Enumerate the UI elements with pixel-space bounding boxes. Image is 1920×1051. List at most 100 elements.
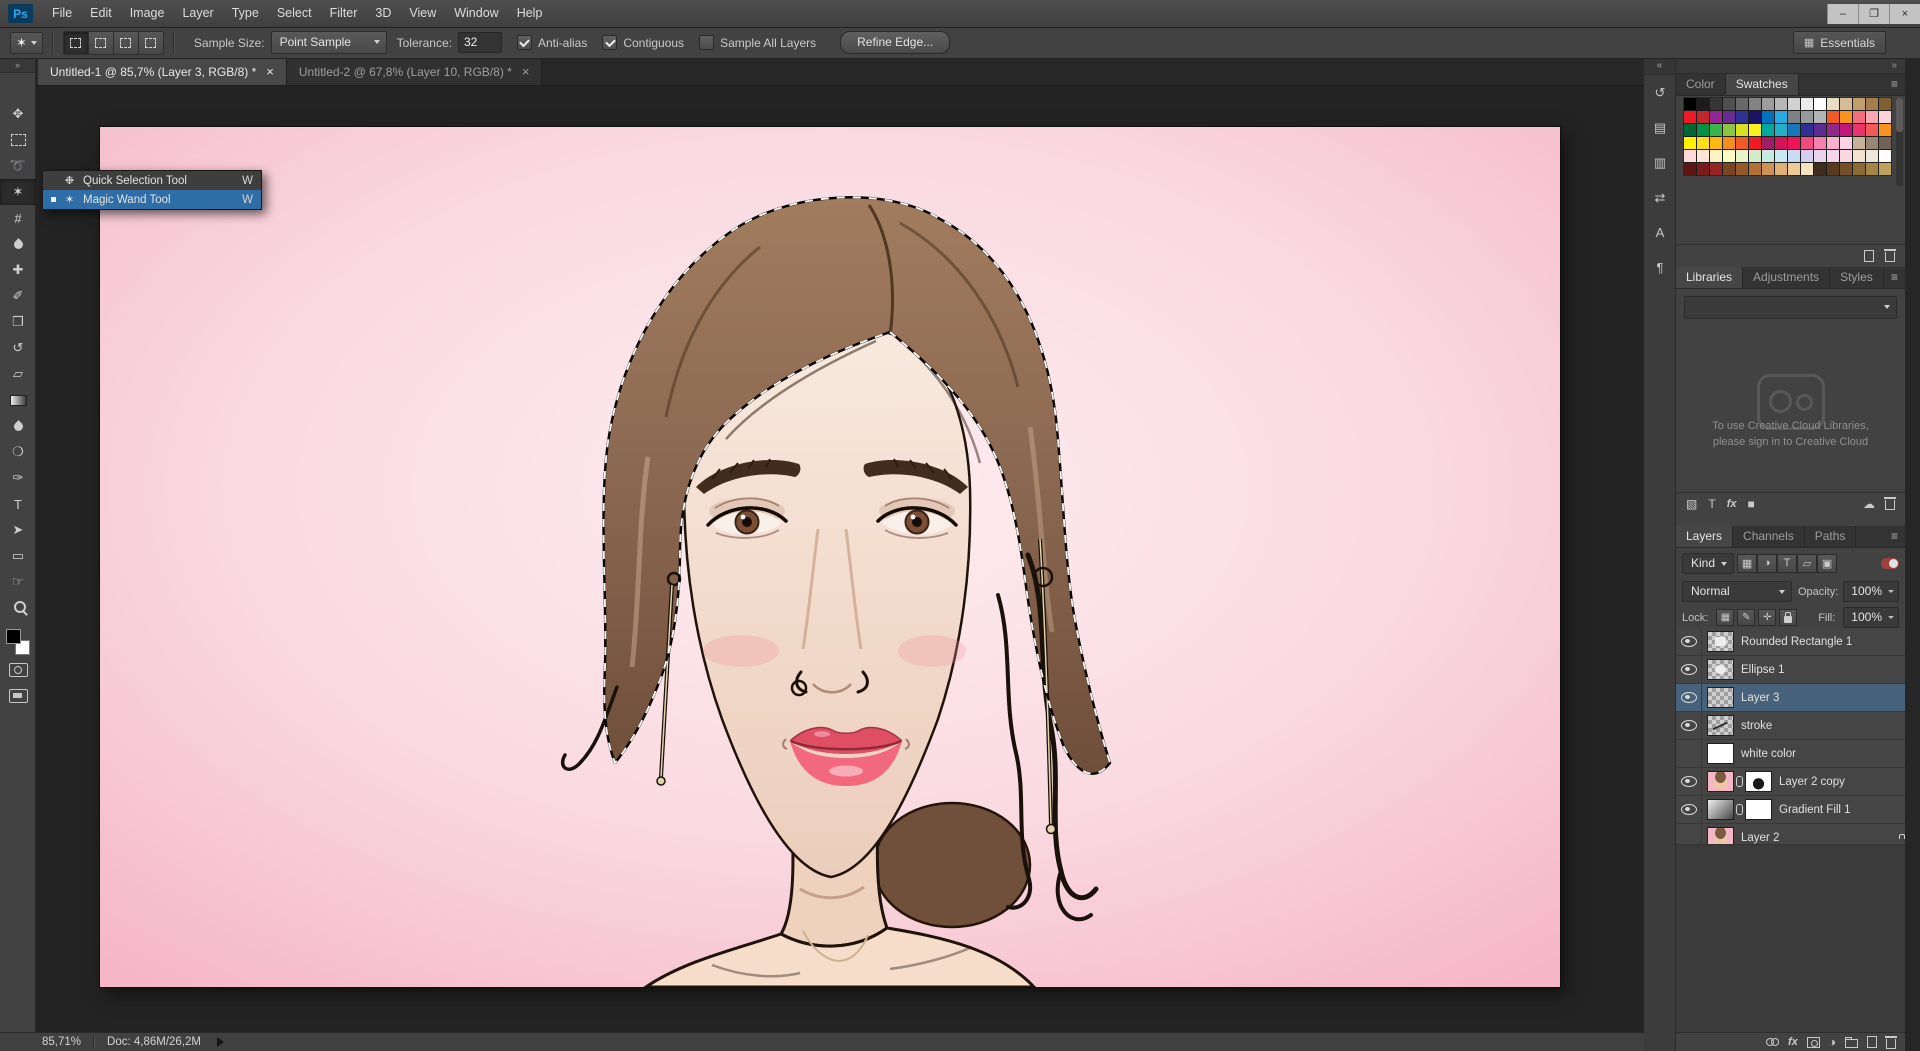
swatch[interactable] — [1684, 111, 1696, 123]
brush-tool[interactable]: ✐ — [0, 283, 36, 309]
lock-all-icon[interactable] — [1779, 609, 1797, 626]
layer-thumbnail[interactable] — [1707, 631, 1734, 652]
history-panel-icon[interactable]: ↺ — [1644, 75, 1676, 110]
swatch[interactable] — [1814, 137, 1826, 149]
menu-select[interactable]: Select — [268, 0, 321, 27]
swatch[interactable] — [1710, 150, 1722, 162]
layer-effects-icon[interactable]: fx — [1788, 1036, 1798, 1048]
crop-tool[interactable]: # — [0, 205, 36, 231]
swatch[interactable] — [1788, 111, 1800, 123]
add-layer-mask-icon[interactable] — [1807, 1037, 1820, 1048]
tab-untitled-2[interactable]: Untitled-2 @ 67,8% (Layer 10, RGB/8) * × — [287, 57, 543, 85]
lasso-tool[interactable]: ➰ — [0, 153, 36, 179]
swatch[interactable] — [1814, 124, 1826, 136]
swatch[interactable] — [1723, 124, 1735, 136]
sample-all-layers-checkbox[interactable]: Sample All Layers — [699, 35, 816, 50]
filtering-toggle[interactable] — [1881, 558, 1899, 569]
swatch[interactable] — [1710, 111, 1722, 123]
tab-menu-icon[interactable]: ≡ — [1891, 526, 1905, 547]
delete-library-item-icon[interactable] — [1885, 500, 1895, 510]
delete-layer-icon[interactable] — [1886, 1039, 1896, 1049]
filter-type-layers-icon[interactable]: T — [1777, 554, 1797, 573]
swatch[interactable] — [1814, 150, 1826, 162]
swatch[interactable] — [1788, 150, 1800, 162]
actions-panel-icon[interactable]: ⇄ — [1644, 180, 1676, 215]
zoom-tool[interactable] — [0, 595, 36, 621]
fill-value[interactable]: 100% — [1843, 607, 1899, 628]
swatch[interactable] — [1697, 150, 1709, 162]
swatch[interactable] — [1827, 163, 1839, 175]
menu-layer[interactable]: Layer — [173, 0, 222, 27]
swatch[interactable] — [1814, 163, 1826, 175]
subtract-from-selection-button[interactable] — [114, 31, 139, 55]
swatch[interactable] — [1736, 124, 1748, 136]
refine-edge-button[interactable]: Refine Edge... — [840, 31, 950, 54]
libraries-menu-select[interactable] — [1684, 296, 1897, 319]
tab-swatches[interactable]: Swatches — [1726, 74, 1799, 95]
swatch[interactable] — [1736, 163, 1748, 175]
swatch[interactable] — [1684, 98, 1696, 110]
menu-edit[interactable]: Edit — [81, 0, 121, 27]
tolerance-input[interactable]: 32 — [458, 32, 502, 53]
dodge-tool[interactable]: ❍ — [0, 439, 36, 465]
swatch[interactable] — [1788, 98, 1800, 110]
close-tab-icon[interactable]: × — [266, 64, 274, 79]
visibility-toggle[interactable] — [1676, 768, 1702, 795]
filter-pixel-layers-icon[interactable]: ▦ — [1737, 554, 1757, 573]
swatch[interactable] — [1866, 124, 1878, 136]
layer-row-gradient-fill-1[interactable]: Gradient Fill 1 — [1676, 796, 1905, 824]
clone-stamp-tool[interactable]: ❒ — [0, 309, 36, 335]
swatch[interactable] — [1866, 163, 1878, 175]
tab-layers[interactable]: Layers — [1676, 526, 1733, 547]
add-graphic-icon[interactable]: ▧ — [1686, 498, 1697, 510]
restore-button[interactable]: ❐ — [1858, 4, 1889, 24]
swatch[interactable] — [1749, 163, 1761, 175]
visibility-toggle[interactable] — [1676, 796, 1702, 823]
menu-view[interactable]: View — [400, 0, 445, 27]
swatch[interactable] — [1723, 150, 1735, 162]
tab-channels[interactable]: Channels — [1733, 526, 1805, 547]
swatch[interactable] — [1762, 163, 1774, 175]
tab-adjustments[interactable]: Adjustments — [1743, 267, 1830, 288]
swatch[interactable] — [1749, 124, 1761, 136]
swatch[interactable] — [1866, 150, 1878, 162]
link-layers-icon[interactable] — [1766, 1038, 1779, 1046]
rectangular-marquee-tool[interactable] — [0, 127, 36, 153]
swatch[interactable] — [1840, 124, 1852, 136]
swatch[interactable] — [1736, 137, 1748, 149]
swatch[interactable] — [1775, 98, 1787, 110]
contiguous-checkbox-box[interactable] — [602, 35, 617, 50]
swatch[interactable] — [1775, 111, 1787, 123]
swatch[interactable] — [1879, 150, 1891, 162]
swatch[interactable] — [1879, 111, 1891, 123]
tab-paths[interactable]: Paths — [1805, 526, 1857, 547]
swatch[interactable] — [1775, 124, 1787, 136]
swatch[interactable] — [1762, 150, 1774, 162]
swatch[interactable] — [1801, 98, 1813, 110]
blend-mode-select[interactable]: Normal — [1682, 581, 1792, 602]
swatch[interactable] — [1710, 124, 1722, 136]
swatch[interactable] — [1840, 137, 1852, 149]
swatch[interactable] — [1853, 137, 1865, 149]
swatch[interactable] — [1684, 124, 1696, 136]
quick-mask-button[interactable] — [0, 657, 36, 683]
swatch[interactable] — [1775, 137, 1787, 149]
swatch[interactable] — [1827, 98, 1839, 110]
delete-swatch-icon[interactable] — [1885, 252, 1895, 262]
swatch[interactable] — [1749, 111, 1761, 123]
tab-untitled-1[interactable]: Untitled-1 @ 85,7% (Layer 3, RGB/8) * × — [38, 57, 287, 85]
swatch[interactable] — [1788, 124, 1800, 136]
visibility-toggle[interactable] — [1676, 712, 1702, 739]
contiguous-checkbox[interactable]: Contiguous — [602, 35, 684, 50]
tab-libraries[interactable]: Libraries — [1676, 267, 1743, 288]
close-tab-icon[interactable]: × — [522, 64, 530, 79]
canvas[interactable] — [100, 127, 1560, 987]
swatch[interactable] — [1788, 163, 1800, 175]
layer-row-rounded-rectangle-1[interactable]: Rounded Rectangle 1 — [1676, 628, 1905, 656]
layer-row-layer-3[interactable]: Layer 3 — [1676, 684, 1905, 712]
swatch[interactable] — [1853, 111, 1865, 123]
healing-brush-tool[interactable]: ✚ — [0, 257, 36, 283]
opacity-value[interactable]: 100% — [1843, 581, 1899, 602]
new-selection-button[interactable] — [63, 31, 89, 55]
layer-row-layer-2-copy[interactable]: Layer 2 copy — [1676, 768, 1905, 796]
